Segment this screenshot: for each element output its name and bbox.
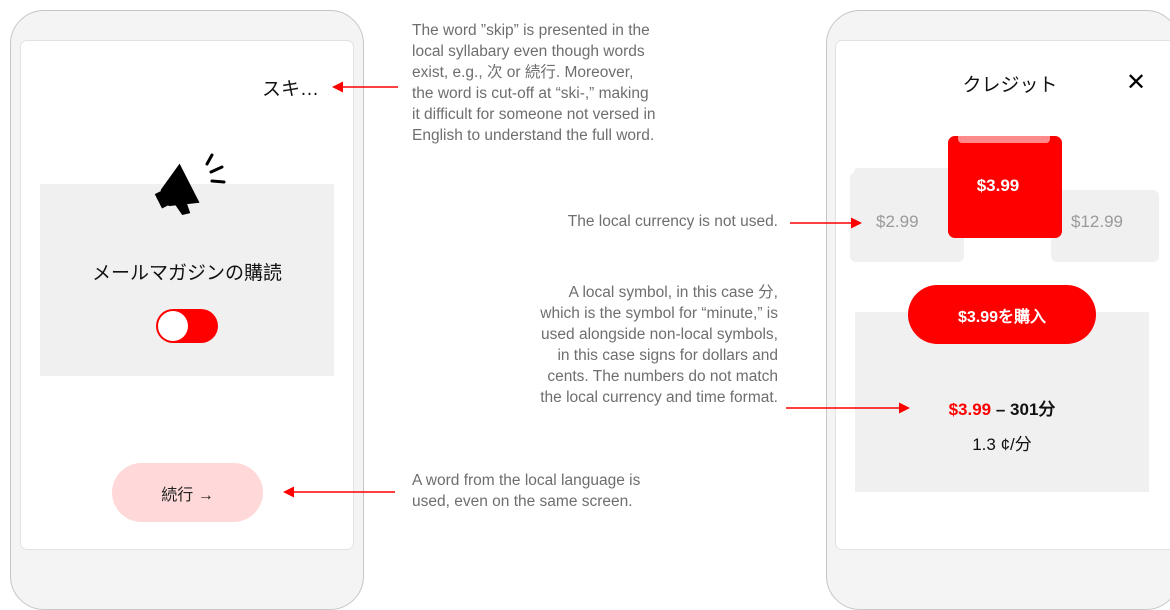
price-card-selected[interactable]: $3.99 [948, 136, 1062, 238]
arrow-to-summary [786, 401, 910, 415]
annotation-symbol-line: which is the symbol for “minute,” is [540, 305, 778, 322]
price-right: $12.99 [1071, 212, 1123, 231]
arrow-to-currency [790, 216, 862, 230]
price-card-left[interactable]: $2.99 [850, 168, 964, 262]
price-card-right[interactable]: $12.99 [1051, 190, 1159, 262]
annotation-language-line: used, even on the same screen. [412, 493, 633, 510]
megaphone-icon [140, 152, 232, 218]
annotation-symbol-line: cents. The numbers do not match [547, 368, 778, 385]
summary-price: $3.99 [948, 400, 992, 419]
skip-label: スキ… [262, 79, 320, 100]
credit-title: クレジット [962, 75, 1058, 96]
annotation-skip: The word ”skip” is presented in the loca… [412, 20, 742, 146]
buy-button[interactable]: $3.99を購入 [908, 285, 1096, 344]
annotation-symbol-line: the local currency and time format. [540, 389, 778, 406]
buy-button-label: $3.99を購入 [957, 308, 1047, 326]
continue-button[interactable]: 続行 → [112, 463, 263, 522]
annotation-language-line: A word from the local language is [412, 472, 641, 489]
continue-label: 続行 → [161, 486, 214, 504]
arrow-to-skip [332, 80, 398, 94]
price-selected: $3.99 [976, 176, 1020, 195]
skip-button[interactable]: スキ… [262, 74, 319, 101]
feature-title: メールマガジンの購読 [91, 263, 282, 284]
price-left: $2.99 [876, 212, 919, 231]
annotation-skip-line: English to understand the full word. [412, 127, 655, 144]
close-icon[interactable]: ✕ [1126, 68, 1146, 97]
annotation-skip-line: The word ”skip” is presented in the [412, 22, 650, 39]
annotation-skip-line: it difficult for someone not versed in [412, 106, 656, 123]
toggle-knob [158, 311, 188, 341]
annotation-symbol: A local symbol, in this case 分, which is… [420, 282, 778, 408]
annotation-symbol-line: A local symbol, in this case 分, [568, 284, 778, 301]
summary-rest: – 301分 [991, 400, 1056, 419]
price-card-left-tab [854, 168, 958, 176]
newsletter-toggle[interactable] [156, 309, 218, 343]
annotation-symbol-line: in this case signs for dollars and [557, 347, 778, 364]
annotation-skip-line: exist, e.g., 次 or 続行. Moreover, [412, 64, 634, 81]
arrow-to-continue [283, 485, 395, 499]
annotation-skip-line: the word is cut-off at “ski-,” making [412, 85, 649, 102]
annotation-symbol-line: used alongside non-local symbols, [541, 326, 778, 343]
selected-card-stripe [958, 136, 1050, 143]
annotation-language: A word from the local language is used, … [412, 470, 742, 512]
annotation-currency: The local currency is not used. [567, 213, 778, 230]
rate-text: 1.3 ¢/分 [972, 435, 1032, 454]
annotation-skip-line: local syllabary even though words [412, 43, 645, 60]
